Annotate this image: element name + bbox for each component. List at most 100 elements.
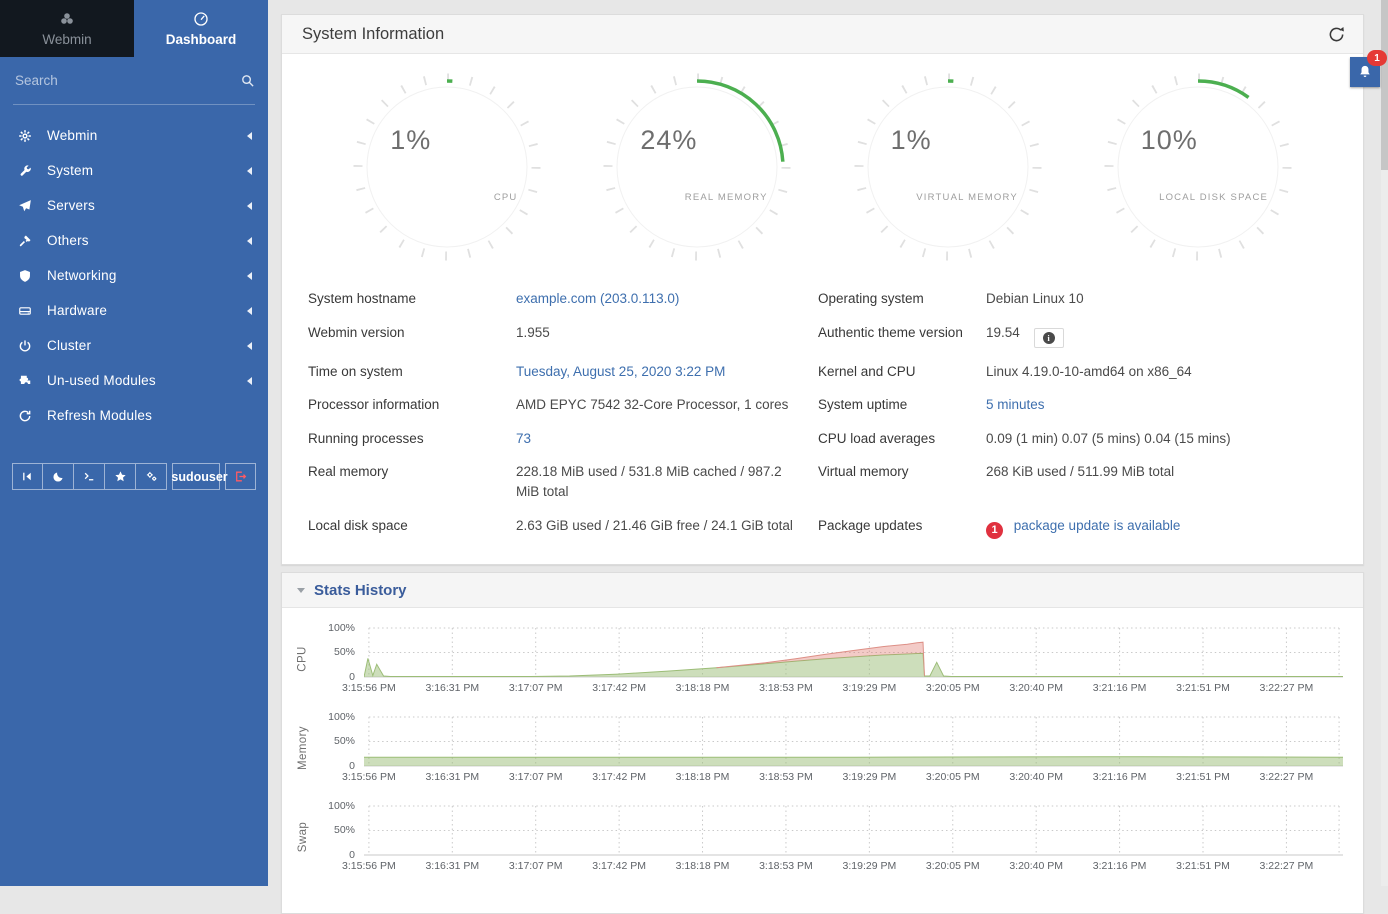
x-axis-tick: 3:19:29 PM — [843, 860, 897, 872]
refresh-icon — [18, 409, 36, 423]
cpu-y-axis: 100% 50% 0 — [318, 621, 364, 679]
x-axis-tick: 3:22:27 PM — [1260, 771, 1314, 783]
terminal-icon — [83, 470, 96, 483]
info-label: Real memory — [308, 455, 516, 508]
x-axis-tick: 3:21:16 PM — [1093, 682, 1147, 694]
caret-left-icon — [247, 342, 252, 350]
hostname-link[interactable]: example.com (203.0.113.0) — [516, 282, 818, 316]
bell-icon — [1357, 64, 1373, 80]
search-input[interactable] — [13, 72, 240, 89]
info-icon — [1043, 332, 1055, 344]
x-axis-tick: 3:20:05 PM — [926, 771, 980, 783]
gauge-label: CPU — [494, 192, 518, 203]
y-tick-label: 50% — [334, 824, 355, 836]
x-axis-tick: 3:15:56 PM — [342, 860, 396, 872]
sidebar-item-cluster[interactable]: Cluster — [0, 328, 268, 363]
x-axis-tick: 3:17:42 PM — [592, 771, 646, 783]
notification-badge: 1 — [1367, 50, 1387, 66]
info-label: System hostname — [308, 282, 516, 316]
caret-left-icon — [247, 307, 252, 315]
theme-settings-button[interactable] — [136, 463, 167, 490]
package-updates-cell: 1 package update is available — [986, 509, 1349, 546]
system-information-panel: System Information 1% CPU — [281, 14, 1364, 565]
sidebar-item-unused-modules[interactable]: Un-used Modules — [0, 363, 268, 398]
webmin-logo-icon — [59, 11, 75, 27]
gauge-cpu: 1% CPU — [352, 72, 542, 262]
gauge-value: 10% — [1141, 125, 1198, 156]
refresh-page-button[interactable] — [1326, 24, 1347, 45]
sidebar-item-others[interactable]: Others — [0, 223, 268, 258]
memory-chart-row: Memory 100% 50% 0 3:15:56 PM3:16:31 PM3:… — [288, 710, 1343, 786]
sidebar-item-webmin[interactable]: Webmin — [0, 118, 268, 153]
running-processes-link[interactable]: 73 — [516, 422, 818, 456]
x-axis-tick: 3:17:42 PM — [592, 860, 646, 872]
package-updates-link[interactable]: package update is available — [1014, 518, 1181, 533]
cpu-chart-plot — [364, 621, 1343, 679]
caret-down-icon — [297, 588, 305, 593]
system-time-link[interactable]: Tuesday, August 25, 2020 3:22 PM — [516, 355, 818, 389]
logout-button[interactable] — [225, 463, 256, 490]
logout-icon — [234, 470, 247, 483]
sidebar-tabs: Webmin Dashboard — [0, 0, 268, 57]
memory-chart-plot — [364, 710, 1343, 768]
sidebar-item-system[interactable]: System — [0, 153, 268, 188]
tab-webmin[interactable]: Webmin — [0, 0, 134, 57]
cpu-x-axis: 3:15:56 PM3:16:31 PM3:17:07 PM3:17:42 PM… — [364, 682, 1343, 697]
sidebar-item-servers[interactable]: Servers — [0, 188, 268, 223]
gauge-real-memory: 24% REAL MEMORY — [602, 72, 792, 262]
info-value: 19.54 — [986, 325, 1020, 340]
sidebar-item-label: System — [47, 163, 247, 178]
gauge-value: 1% — [891, 125, 932, 156]
tab-dashboard[interactable]: Dashboard — [134, 0, 268, 57]
gauge-label: LOCAL DISK SPACE — [1159, 192, 1268, 203]
sidebar-item-hardware[interactable]: Hardware — [0, 293, 268, 328]
info-label: Authentic theme version — [818, 316, 986, 355]
sidebar-item-networking[interactable]: Networking — [0, 258, 268, 293]
sidebar-item-refresh-modules[interactable]: Refresh Modules — [0, 398, 268, 433]
gauge-dial — [853, 72, 1043, 262]
tab-dashboard-label: Dashboard — [166, 32, 237, 47]
x-axis-tick: 3:21:51 PM — [1176, 682, 1230, 694]
info-value: AMD EPYC 7542 32-Core Processor, 1 cores — [516, 388, 818, 422]
x-axis-tick: 3:15:56 PM — [342, 682, 396, 694]
favorites-button[interactable] — [105, 463, 136, 490]
info-label: Package updates — [818, 509, 986, 546]
terminal-button[interactable] — [74, 463, 105, 490]
swap-axis-title: Swap — [288, 799, 318, 875]
sidebar-item-label: Webmin — [47, 128, 247, 143]
main-content: System Information 1% CPU — [268, 0, 1388, 886]
collapse-sidebar-button[interactable] — [12, 463, 43, 490]
theme-info-button[interactable] — [1034, 328, 1064, 348]
x-axis-tick: 3:17:07 PM — [509, 682, 563, 694]
shield-icon — [18, 269, 36, 283]
x-axis-tick: 3:22:27 PM — [1260, 682, 1314, 694]
scrollbar-track[interactable] — [1381, 0, 1388, 886]
x-axis-tick: 3:16:31 PM — [425, 682, 479, 694]
uptime-link[interactable]: 5 minutes — [986, 388, 1349, 422]
collapse-icon — [21, 470, 34, 483]
gauge-virtual-memory: 1% VIRTUAL MEMORY — [853, 72, 1043, 262]
swap-x-axis: 3:15:56 PM3:16:31 PM3:17:07 PM3:17:42 PM… — [364, 860, 1343, 875]
scrollbar-thumb[interactable] — [1381, 0, 1388, 170]
notifications-button[interactable]: 1 — [1350, 57, 1380, 87]
x-axis-tick: 3:20:05 PM — [926, 860, 980, 872]
stats-history-header[interactable]: Stats History — [282, 573, 1363, 608]
user-button[interactable]: sudouser — [172, 463, 220, 490]
y-tick-label: 50% — [334, 735, 355, 747]
hammer-icon — [18, 234, 36, 248]
info-value: 268 KiB used / 511.99 MiB total — [986, 455, 1349, 508]
sidebar-item-label: Refresh Modules — [47, 408, 252, 423]
night-mode-button[interactable] — [43, 463, 74, 490]
info-label: Processor information — [308, 388, 516, 422]
gauge-label: VIRTUAL MEMORY — [916, 192, 1018, 203]
memory-x-axis: 3:15:56 PM3:16:31 PM3:17:07 PM3:17:42 PM… — [364, 771, 1343, 786]
package-updates-badge: 1 — [986, 522, 1003, 539]
search-icon[interactable] — [240, 73, 255, 88]
sidebar-item-label: Networking — [47, 268, 247, 283]
webmin-dashboard: { "panel_title": "System Information", "… — [0, 0, 1388, 886]
x-axis-tick: 3:18:53 PM — [759, 682, 813, 694]
toolbar-button-group — [12, 463, 167, 490]
info-label: Time on system — [308, 355, 516, 389]
y-tick-label: 100% — [328, 800, 355, 812]
swap-y-axis: 100% 50% 0 — [318, 799, 364, 857]
